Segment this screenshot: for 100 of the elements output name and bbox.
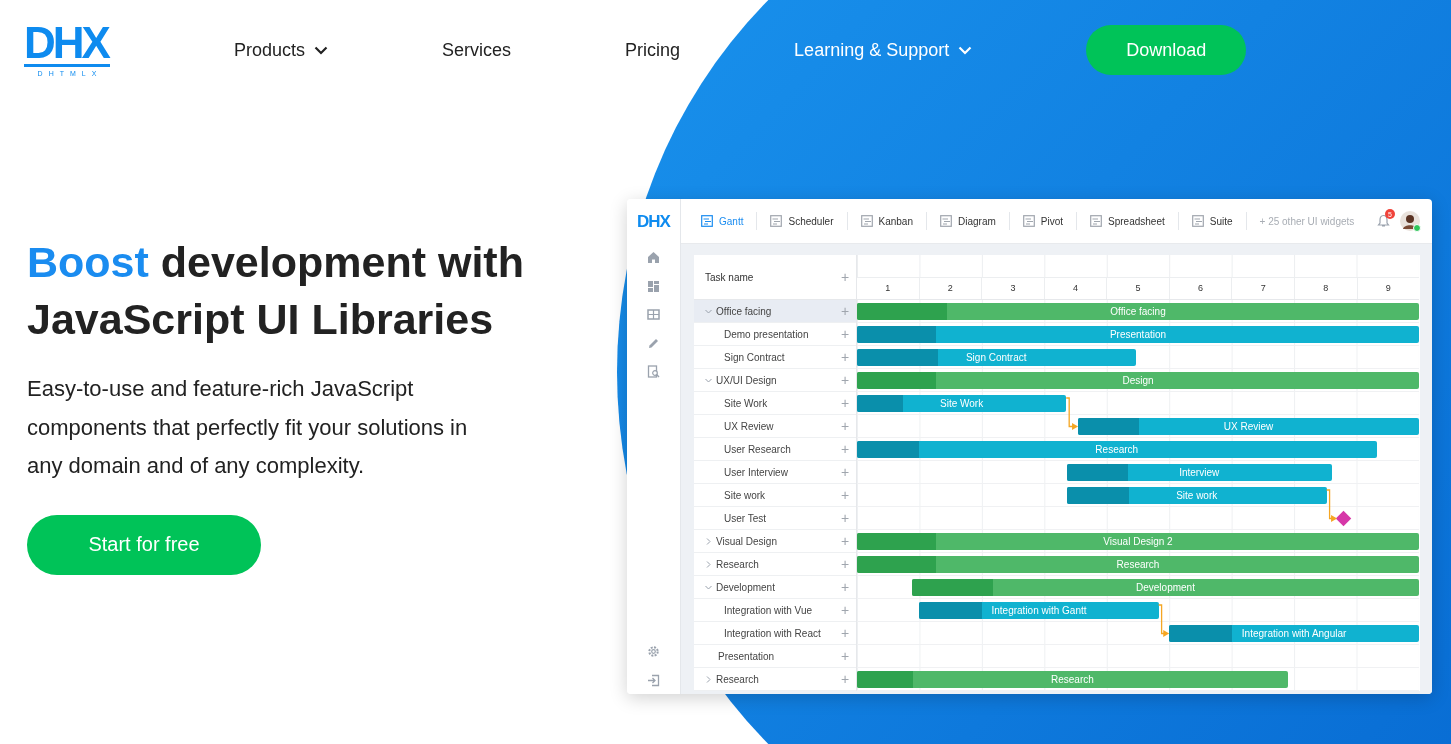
task-row[interactable]: Integration with Vue + — [694, 599, 856, 622]
task-bar[interactable]: Presentation — [857, 326, 1419, 343]
tab[interactable]: Pivot — [1009, 212, 1077, 230]
add-button[interactable]: + — [834, 488, 856, 502]
add-button[interactable]: + — [834, 580, 856, 594]
nav-link[interactable]: Learning & Support — [794, 39, 973, 61]
task-row[interactable]: Research + — [694, 553, 856, 576]
settings-icon[interactable] — [647, 645, 660, 658]
task-name: Integration with React — [724, 627, 821, 639]
task-name: UX Review — [724, 420, 774, 432]
timeline-column-label: 6 — [1168, 278, 1232, 299]
nav-link[interactable]: Pricing — [625, 39, 681, 61]
start-button[interactable]: Start for free — [27, 514, 261, 575]
tab[interactable]: Scheduler — [757, 212, 848, 230]
project-bar[interactable]: Visual Design 2 — [857, 533, 1419, 550]
project-bar[interactable]: Office facing — [857, 303, 1419, 320]
task-bar[interactable]: Site work — [1066, 487, 1327, 504]
timeline-column-label: 4 — [1043, 278, 1107, 299]
task-row[interactable]: Visual Design + — [694, 530, 856, 553]
task-name: Sign Contract — [724, 351, 785, 363]
nav-link[interactable]: Products — [234, 39, 329, 61]
add-button[interactable]: + — [834, 626, 856, 640]
task-row[interactable]: Sign Contract + — [694, 346, 856, 369]
tab[interactable]: Kanban — [847, 212, 927, 230]
add-button[interactable]: + — [834, 465, 856, 479]
task-row[interactable]: Presentation + — [694, 645, 856, 668]
task-name: Site Work — [724, 397, 768, 409]
tab[interactable]: Suite — [1178, 212, 1247, 230]
task-name: Integration with Vue — [724, 604, 813, 616]
add-button[interactable]: + — [834, 304, 856, 318]
task-row[interactable]: UX Review + — [694, 415, 856, 438]
chevron-right-icon[interactable] — [704, 536, 713, 546]
add-button[interactable]: + — [834, 557, 856, 571]
project-bar[interactable]: Research — [857, 671, 1288, 688]
add-button[interactable]: + — [834, 270, 856, 284]
timeline-column-label: 3 — [981, 278, 1044, 299]
document-search-icon[interactable] — [647, 365, 660, 378]
chevron-right-icon[interactable] — [704, 559, 713, 569]
task-name: Research — [716, 558, 759, 570]
task-bar[interactable]: Site Work — [857, 395, 1067, 412]
add-button[interactable]: + — [834, 442, 856, 456]
add-button[interactable]: + — [834, 327, 856, 341]
project-bar[interactable]: Research — [857, 556, 1419, 573]
task-name: Office facing — [716, 305, 772, 317]
app-logo[interactable]: DHX — [637, 199, 670, 244]
table-icon[interactable] — [647, 308, 660, 321]
task-bar[interactable]: Integration with Gantt — [919, 602, 1159, 619]
task-row[interactable]: Site Work + — [694, 392, 856, 415]
task-row[interactable]: Office facing + — [694, 300, 856, 323]
notification-bell-icon[interactable] — [1377, 214, 1390, 228]
task-row[interactable]: Integration with React + — [694, 622, 856, 645]
task-row[interactable]: User Interview + — [694, 461, 856, 484]
add-button[interactable]: + — [834, 672, 856, 686]
task-row[interactable]: UX/UI Design + — [694, 369, 856, 392]
add-button[interactable]: + — [834, 350, 856, 364]
task-row[interactable]: Demo presentation + — [694, 323, 856, 346]
task-bar[interactable]: Sign Contract — [857, 349, 1136, 366]
column-header: Task name — [705, 271, 755, 283]
add-button[interactable]: + — [834, 649, 856, 663]
task-name: Visual Design — [716, 535, 777, 547]
task-name: Research — [716, 673, 759, 685]
task-bar[interactable]: UX Review — [1078, 418, 1419, 435]
task-row[interactable]: Research + — [694, 668, 856, 691]
add-button[interactable]: + — [834, 534, 856, 548]
task-row[interactable]: Development + — [694, 576, 856, 599]
timeline-column-label: 7 — [1231, 278, 1294, 299]
user-avatar[interactable] — [1400, 211, 1420, 231]
chevron-down-icon — [958, 45, 973, 55]
add-button[interactable]: + — [834, 396, 856, 410]
more-widgets-link[interactable]: + 25 other UI widgets — [1246, 215, 1355, 227]
home-icon[interactable] — [647, 251, 660, 264]
task-name: UX/UI Design — [716, 374, 777, 386]
nav-link[interactable]: Services — [442, 39, 512, 61]
logout-icon[interactable] — [647, 674, 660, 687]
dashboard-icon[interactable] — [647, 279, 660, 293]
project-bar[interactable]: Design — [857, 372, 1419, 389]
task-name: User Research — [724, 443, 791, 455]
task-name: Site work — [724, 489, 766, 501]
task-row[interactable]: Site work + — [694, 484, 856, 507]
task-bar[interactable]: Integration with Angular — [1169, 625, 1419, 642]
task-bar[interactable]: Research — [857, 441, 1377, 458]
task-name: User Test — [724, 512, 767, 524]
add-button[interactable]: + — [834, 511, 856, 525]
add-button[interactable]: + — [834, 419, 856, 433]
task-row[interactable]: User Test + — [694, 507, 856, 530]
add-button[interactable]: + — [834, 603, 856, 617]
tab[interactable]: Gantt — [701, 212, 758, 230]
task-bar[interactable]: Interview — [1066, 464, 1332, 481]
tab[interactable]: Diagram — [927, 212, 1010, 230]
pencil-icon[interactable] — [647, 336, 660, 350]
download-button[interactable]: Download — [1086, 25, 1247, 75]
tab[interactable]: Spreadsheet — [1077, 212, 1179, 230]
timeline-column-label: 1 — [884, 282, 892, 295]
hero-heading: Boost development with JavaScript UI Libraries — [27, 237, 525, 345]
timeline-column-label: 9 — [1356, 278, 1420, 299]
project-bar[interactable]: Development — [911, 579, 1419, 596]
add-button[interactable]: + — [834, 373, 856, 387]
chevron-right-icon[interactable] — [704, 674, 713, 684]
chevron-down-icon — [314, 45, 329, 55]
task-row[interactable]: User Research + — [694, 438, 856, 461]
